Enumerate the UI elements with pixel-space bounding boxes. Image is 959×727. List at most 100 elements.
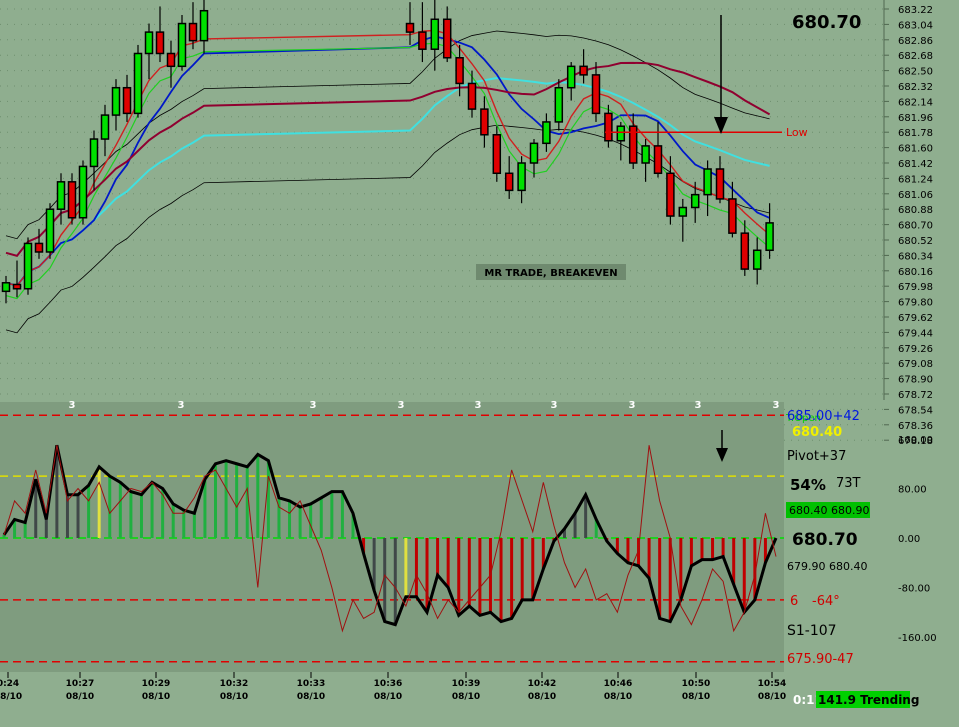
r2-label: 680.40 xyxy=(792,425,842,440)
osc-marker: 3 xyxy=(695,400,702,411)
price-tick-label: 682.14 xyxy=(898,97,933,108)
osc-tick-label: -80.00 xyxy=(898,584,930,595)
trade-annotation: MR TRADE, BREAKEVEN xyxy=(484,268,617,279)
upper-band xyxy=(5,30,770,240)
osc-marker: 3 xyxy=(398,400,405,411)
candle-body xyxy=(492,134,502,175)
candle-body xyxy=(641,145,650,164)
date-label: 08/10 xyxy=(758,692,786,702)
candle-body xyxy=(566,65,576,89)
date-label: 08/10 xyxy=(142,692,170,702)
candle-body xyxy=(591,74,601,115)
candle-body xyxy=(715,168,725,200)
candle-body xyxy=(89,138,99,168)
candle-body xyxy=(480,108,489,136)
price-tick-label: 679.44 xyxy=(898,328,933,339)
osc-marker: 3 xyxy=(178,400,185,411)
time-label: 10:50 xyxy=(682,679,711,689)
time-label: 10:36 xyxy=(374,679,403,689)
price-levels: LowT.Open xyxy=(605,126,821,424)
osc-marker: 3 xyxy=(69,400,76,411)
candle-body xyxy=(199,9,209,42)
time-label: 10:39 xyxy=(452,679,481,689)
candle-body xyxy=(188,22,198,42)
angle-b-label: -64° xyxy=(812,594,840,609)
candle-body xyxy=(34,242,44,253)
candle-body xyxy=(616,125,626,142)
status-label: 141.9 Trending xyxy=(818,693,919,707)
date-label: 08/10 xyxy=(374,692,402,702)
slow-ma-line xyxy=(5,77,770,287)
price-tick-label: 680.52 xyxy=(898,236,933,247)
low-level-label: Low xyxy=(786,126,808,139)
candle-body xyxy=(504,172,514,192)
candle-body xyxy=(56,181,66,210)
candle-body xyxy=(177,22,187,68)
price-tick-label: 679.62 xyxy=(898,313,933,324)
candle-body xyxy=(12,283,22,290)
s1-label: S1-107 xyxy=(787,623,837,639)
s2-label: 675.90-47 xyxy=(787,652,854,667)
price-tick-label: 682.32 xyxy=(898,82,933,93)
osc-marker: 3 xyxy=(551,400,558,411)
last-price-title: 680.70 xyxy=(792,12,861,33)
price-tick-label: 681.78 xyxy=(898,128,933,139)
candle-body xyxy=(542,121,551,145)
date-label: 08/10 xyxy=(220,692,248,702)
osc-tick-label: -160.00 xyxy=(898,633,937,644)
candle-body xyxy=(442,18,452,59)
pivot-label: Pivot+37 xyxy=(787,449,846,464)
last-price-side: 680.70 xyxy=(792,530,858,550)
candle-body xyxy=(155,31,165,55)
candle-body xyxy=(703,168,712,196)
price-tick-label: 679.26 xyxy=(898,344,933,355)
time-label: 0:24 xyxy=(0,679,19,689)
time-label: 10:27 xyxy=(66,679,95,689)
osc-marker: 3 xyxy=(629,400,636,411)
r1-label: 685.00+42 xyxy=(787,409,860,424)
oscillator-axis: 160.00 80.00 0.00 -80.00 -160.00 xyxy=(898,435,937,644)
price-tick-label: 680.70 xyxy=(898,221,933,232)
osc-tick-label: 80.00 xyxy=(898,485,927,496)
candle-body xyxy=(122,86,132,115)
pct-label: 54% xyxy=(790,476,826,494)
price-tick-label: 680.16 xyxy=(898,267,933,278)
hilo-label: 679.90 680.40 xyxy=(787,560,867,573)
price-tick-label: 680.34 xyxy=(898,251,933,262)
candle-body xyxy=(133,52,143,115)
price-tick-label: 678.36 xyxy=(898,421,933,432)
price-tick-label: 679.98 xyxy=(898,282,933,293)
candle-body xyxy=(418,31,427,50)
candle-body xyxy=(45,208,55,253)
date-label: 08/10 xyxy=(528,692,556,702)
candle-body xyxy=(604,112,613,142)
time-label: 10:33 xyxy=(297,679,326,689)
candle-body xyxy=(752,249,762,270)
candle-body xyxy=(144,31,154,55)
price-tick-label: 682.86 xyxy=(898,36,933,47)
osc-marker: 3 xyxy=(475,400,482,411)
price-tick-label: 683.22 xyxy=(898,5,933,16)
time-label: 10:54 xyxy=(758,679,787,689)
candle-body xyxy=(430,18,440,50)
date-label: 08/10 xyxy=(0,692,22,702)
osc-marker: 3 xyxy=(773,400,780,411)
time-label: 10:42 xyxy=(528,679,557,689)
candle-body xyxy=(166,52,176,68)
date-label: 08/10 xyxy=(452,692,480,702)
candle-body xyxy=(690,193,700,209)
candle-body xyxy=(23,242,33,290)
candle-body xyxy=(467,82,477,110)
candles xyxy=(1,0,774,304)
candle-body xyxy=(111,86,121,116)
price-tick-label: 681.96 xyxy=(898,113,933,124)
candle-body xyxy=(666,172,675,217)
price-tick-label: 681.24 xyxy=(898,174,933,185)
osc-marker: 3 xyxy=(310,400,317,411)
ticks-label: 73T xyxy=(836,476,861,491)
candle-body xyxy=(579,65,588,76)
chart-canvas: LowT.Open 3 3 3 3 3 3 3 3 3 683.22 683.04 682.86 68… xyxy=(0,0,937,708)
candle-body xyxy=(728,198,737,234)
price-tick-label: 683.04 xyxy=(898,20,933,31)
price-axis: 683.22 683.04 682.86 682.68 682.50 682.32 682.… xyxy=(884,5,933,447)
